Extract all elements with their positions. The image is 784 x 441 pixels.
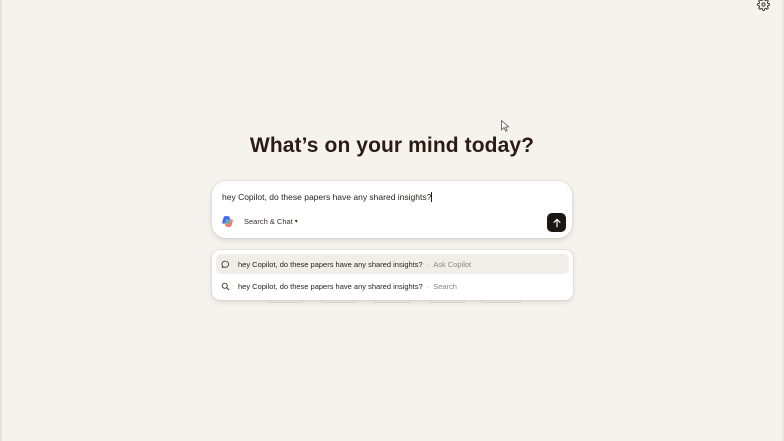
suggestion-text: hey Copilot, do these papers have any sh…	[238, 281, 423, 291]
mode-dropdown[interactable]: Search & Chat ▾	[240, 214, 302, 229]
copilot-logo-icon	[222, 216, 233, 227]
suggestion-text: hey Copilot, do these papers have any sh…	[238, 259, 423, 269]
chevron-down-icon: ▾	[294, 219, 298, 225]
suggestion-hint: Search	[433, 281, 457, 291]
separator: ·	[426, 281, 430, 291]
suggestion-hint: Ask Copilot	[433, 259, 472, 269]
arrow-up-icon	[553, 218, 560, 227]
separator: ·	[426, 259, 430, 269]
mouse-pointer-icon	[501, 120, 510, 132]
chat-bubble-icon	[221, 260, 230, 269]
mode-label: Search & Chat	[244, 217, 293, 226]
search-icon	[221, 282, 230, 291]
send-button[interactable]	[547, 213, 566, 232]
gear-icon	[756, 0, 770, 11]
window-left-edge	[0, 0, 2, 441]
compose-box[interactable]: hey Copilot, do these papers have any sh…	[212, 181, 572, 238]
suggestions-dropdown: hey Copilot, do these papers have any sh…	[212, 250, 573, 300]
page-title: What’s on your mind today?	[249, 134, 535, 157]
message-input-value: hey Copilot, do these papers have any sh…	[222, 192, 432, 202]
suggestion-search[interactable]: hey Copilot, do these papers have any sh…	[216, 276, 569, 296]
message-input[interactable]: hey Copilot, do these papers have any sh…	[222, 192, 433, 202]
text-caret	[431, 192, 433, 202]
settings-button[interactable]	[756, 0, 770, 11]
suggestion-ask-copilot[interactable]: hey Copilot, do these papers have any sh…	[216, 254, 569, 274]
